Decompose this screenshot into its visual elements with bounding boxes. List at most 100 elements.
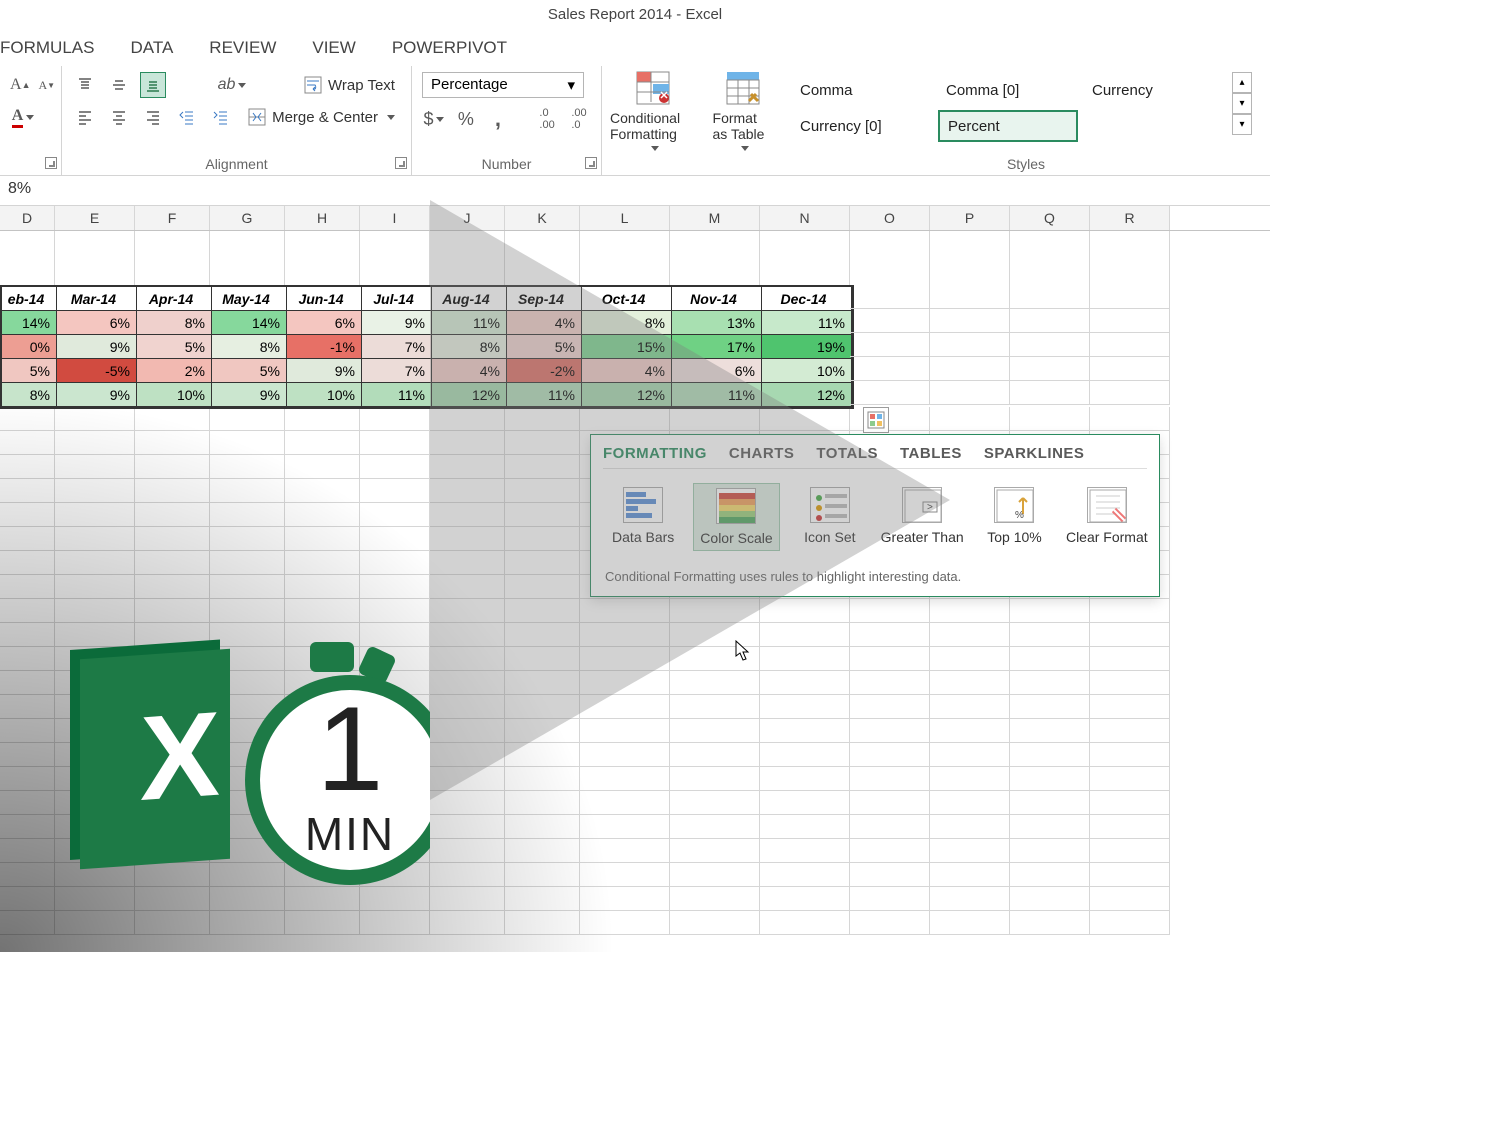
qa-greaterthan[interactable]: >Greater Than	[880, 483, 964, 551]
data-cell[interactable]: 8%	[2, 383, 57, 407]
tab-view[interactable]: VIEW	[312, 38, 355, 58]
data-cell[interactable]: 5%	[137, 335, 212, 359]
data-cell[interactable]: 10%	[287, 383, 362, 407]
col-header[interactable]: K	[505, 206, 580, 230]
data-cell[interactable]: 6%	[57, 311, 137, 335]
qa-tab-formatting[interactable]: FORMATTING	[603, 445, 707, 462]
align-middle-icon[interactable]	[106, 72, 132, 98]
scroll-down-icon[interactable]: ▾	[1232, 93, 1252, 114]
col-header[interactable]: D	[0, 206, 55, 230]
grow-font-icon[interactable]: A▲	[10, 72, 30, 98]
qa-tab-charts[interactable]: CHARTS	[729, 445, 795, 462]
qa-top10[interactable]: %Top 10%	[972, 483, 1056, 551]
data-cell[interactable]: 6%	[287, 311, 362, 335]
style-percent[interactable]: Percent	[938, 110, 1078, 142]
data-cell[interactable]: 7%	[362, 359, 432, 383]
col-header[interactable]: F	[135, 206, 210, 230]
data-cell[interactable]: -5%	[57, 359, 137, 383]
style-currency[interactable]: Currency	[1084, 74, 1224, 106]
data-cell[interactable]: 8%	[212, 335, 287, 359]
qa-clearformat[interactable]: Clear Format	[1065, 483, 1149, 551]
data-cell[interactable]: 9%	[57, 383, 137, 407]
col-header[interactable]: O	[850, 206, 930, 230]
data-cell[interactable]: 7%	[362, 335, 432, 359]
data-cell[interactable]: 6%	[672, 359, 762, 383]
data-cell[interactable]: 5%	[507, 335, 582, 359]
alignment-dialog-icon[interactable]	[395, 157, 407, 169]
data-cell[interactable]: 15%	[582, 335, 672, 359]
decrease-decimal-icon[interactable]: .00.0	[567, 106, 591, 132]
col-header[interactable]: Q	[1010, 206, 1090, 230]
col-header[interactable]: E	[55, 206, 135, 230]
col-header[interactable]: P	[930, 206, 1010, 230]
col-header[interactable]: R	[1090, 206, 1170, 230]
style-currency0[interactable]: Currency [0]	[792, 110, 932, 142]
col-header[interactable]: L	[580, 206, 670, 230]
data-cell[interactable]: 11%	[672, 383, 762, 407]
data-cell[interactable]: 5%	[2, 359, 57, 383]
quick-analysis-button[interactable]	[863, 407, 889, 433]
data-cell[interactable]: 13%	[672, 311, 762, 335]
qa-tab-totals[interactable]: TOTALS	[816, 445, 878, 462]
data-cell[interactable]: 9%	[287, 359, 362, 383]
tab-powerpivot[interactable]: POWERPIVOT	[392, 38, 507, 58]
orientation-icon[interactable]: ab	[219, 72, 245, 98]
font-color-icon[interactable]: A	[10, 104, 36, 130]
formula-bar[interactable]: 8%	[0, 176, 1270, 206]
data-table[interactable]: eb-14Mar-14Apr-14May-14Jun-14Jul-14Aug-1…	[0, 285, 854, 409]
data-cell[interactable]: 17%	[672, 335, 762, 359]
data-cell[interactable]: 8%	[432, 335, 507, 359]
data-cell[interactable]: 8%	[582, 311, 672, 335]
wrap-text-button[interactable]: Wrap Text	[298, 74, 401, 96]
data-cell[interactable]: 12%	[432, 383, 507, 407]
cell-styles-gallery[interactable]: Comma Comma [0] Currency Currency [0] Pe…	[792, 72, 1224, 142]
qa-iconset[interactable]: Icon Set	[788, 483, 872, 551]
col-header[interactable]: N	[760, 206, 850, 230]
comma-format-icon[interactable]: ,	[486, 106, 510, 132]
data-cell[interactable]: 10%	[762, 359, 852, 383]
data-cell[interactable]: 9%	[212, 383, 287, 407]
data-cell[interactable]: 11%	[762, 311, 852, 335]
styles-scroll[interactable]: ▴ ▾ ▾	[1232, 72, 1252, 135]
data-cell[interactable]: 11%	[362, 383, 432, 407]
data-cell[interactable]: 2%	[137, 359, 212, 383]
accounting-format-icon[interactable]: $	[422, 106, 446, 132]
increase-decimal-icon[interactable]: .0.00	[535, 106, 559, 132]
data-cell[interactable]: 11%	[507, 383, 582, 407]
format-as-table-button[interactable]: Format as Table	[705, 66, 782, 156]
data-cell[interactable]: 0%	[2, 335, 57, 359]
qa-databars[interactable]: Data Bars	[601, 483, 685, 551]
data-cell[interactable]: -2%	[507, 359, 582, 383]
scroll-up-icon[interactable]: ▴	[1232, 72, 1252, 93]
col-header[interactable]: J	[430, 206, 505, 230]
data-cell[interactable]: 11%	[432, 311, 507, 335]
increase-indent-icon[interactable]	[208, 104, 234, 130]
data-cell[interactable]: 14%	[212, 311, 287, 335]
qa-colorscale[interactable]: Color Scale	[693, 483, 779, 551]
align-bottom-icon[interactable]	[140, 72, 166, 98]
qa-tab-sparklines[interactable]: SPARKLINES	[984, 445, 1085, 462]
tab-formulas[interactable]: FORMULAS	[0, 38, 94, 58]
col-header[interactable]: I	[360, 206, 430, 230]
data-cell[interactable]: 5%	[212, 359, 287, 383]
tab-review[interactable]: REVIEW	[209, 38, 276, 58]
align-right-icon[interactable]	[140, 104, 166, 130]
data-cell[interactable]: 9%	[57, 335, 137, 359]
data-cell[interactable]: 10%	[137, 383, 212, 407]
number-format-select[interactable]: Percentage ▾	[422, 72, 584, 98]
data-cell[interactable]: 12%	[762, 383, 852, 407]
decrease-indent-icon[interactable]	[174, 104, 200, 130]
shrink-font-icon[interactable]: A▼	[38, 72, 55, 98]
scroll-more-icon[interactable]: ▾	[1232, 114, 1252, 135]
data-cell[interactable]: 4%	[432, 359, 507, 383]
data-cell[interactable]: 4%	[582, 359, 672, 383]
data-cell[interactable]: 12%	[582, 383, 672, 407]
qa-tab-tables[interactable]: TABLES	[900, 445, 962, 462]
data-cell[interactable]: 8%	[137, 311, 212, 335]
data-cell[interactable]: 9%	[362, 311, 432, 335]
conditional-formatting-button[interactable]: Conditional Formatting	[602, 66, 705, 156]
col-header[interactable]: M	[670, 206, 760, 230]
font-dialog-icon[interactable]	[45, 157, 57, 169]
data-cell[interactable]: 19%	[762, 335, 852, 359]
align-top-icon[interactable]	[72, 72, 98, 98]
